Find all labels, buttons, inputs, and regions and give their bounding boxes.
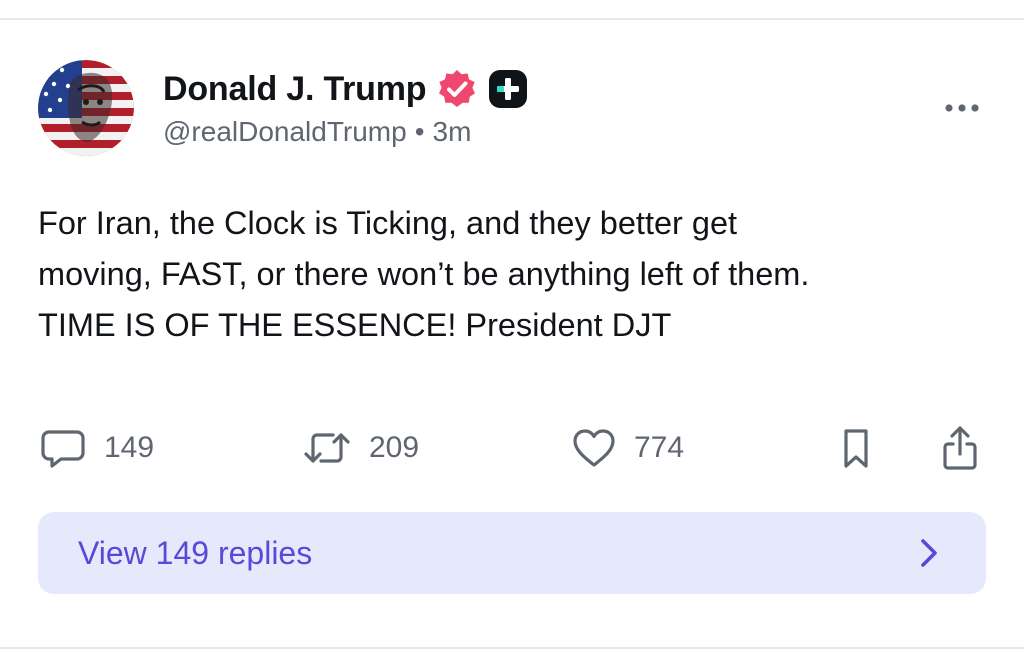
- author-handle[interactable]: @realDonaldTrump: [163, 116, 407, 147]
- share-button[interactable]: [940, 424, 980, 472]
- view-replies-label: View 149 replies: [78, 534, 313, 571]
- repost-button[interactable]: 209: [303, 424, 419, 472]
- heart-icon: [573, 429, 615, 467]
- repost-arrows-icon: [304, 433, 350, 463]
- chevron-right-icon: [921, 539, 937, 567]
- view-replies-button[interactable]: View 149 replies: [38, 512, 986, 594]
- like-count: 774: [634, 431, 685, 464]
- reply-count: 149: [104, 431, 155, 464]
- avatar-image: [38, 60, 134, 156]
- author-display-name[interactable]: Donald J. Trump: [163, 70, 427, 109]
- reply-button[interactable]: 149: [40, 424, 154, 472]
- avatar[interactable]: [38, 60, 134, 156]
- post-body: For Iran, the Clock is Ticking, and they…: [38, 198, 988, 351]
- post-text-line: TIME IS OF THE ESSENCE! President DJT: [38, 307, 672, 343]
- repost-count: 209: [369, 431, 420, 464]
- top-divider: [0, 18, 1024, 20]
- share-upload-icon: [943, 426, 977, 470]
- more-horizontal-icon: [945, 104, 979, 112]
- bookmark-button[interactable]: [838, 424, 874, 472]
- plus-badge-icon: [488, 69, 528, 109]
- like-button[interactable]: 774: [572, 424, 684, 472]
- meta-separator: •: [414, 116, 425, 147]
- comment-bubble-icon: [41, 430, 85, 468]
- verified-badge-icon: [436, 68, 478, 110]
- post-text-line: moving, FAST, or there won’t be anything…: [38, 256, 810, 292]
- bookmark-icon: [844, 429, 868, 468]
- post-text-line: For Iran, the Clock is Ticking, and they…: [38, 205, 738, 241]
- post-timestamp[interactable]: 3m: [433, 116, 472, 147]
- more-options-button[interactable]: [940, 96, 984, 120]
- bottom-divider: [0, 647, 1024, 649]
- author-name-row: Donald J. Trump: [163, 68, 528, 110]
- author-meta-row: @realDonaldTrump • 3m: [163, 116, 471, 148]
